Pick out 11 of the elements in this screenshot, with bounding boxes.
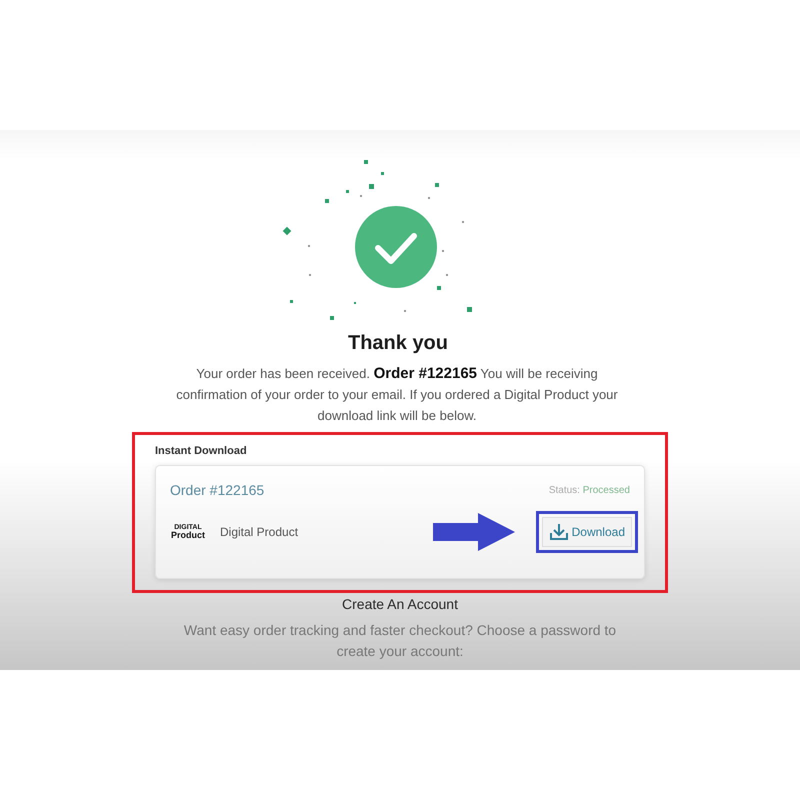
check-icon	[355, 206, 437, 288]
download-button[interactable]: Download	[542, 517, 632, 547]
order-status: Status: Processed	[548, 484, 630, 496]
download-icon	[548, 523, 569, 541]
page-title: Thank you	[348, 332, 448, 355]
account-message: Want easy order tracking and faster checkout? Choose a password to create your account:	[182, 621, 618, 661]
confirmation-message: Your order has been received. Order #122165 You will be receiving confirmation of your order to your email. If you ordered a Digital Product your download link will be below.	[175, 364, 619, 425]
section-heading: Create An Account	[342, 596, 458, 612]
order-number: Order #122165	[170, 482, 264, 498]
section-heading: Instant Download	[155, 445, 248, 457]
product-name: Digital Product	[220, 525, 298, 539]
